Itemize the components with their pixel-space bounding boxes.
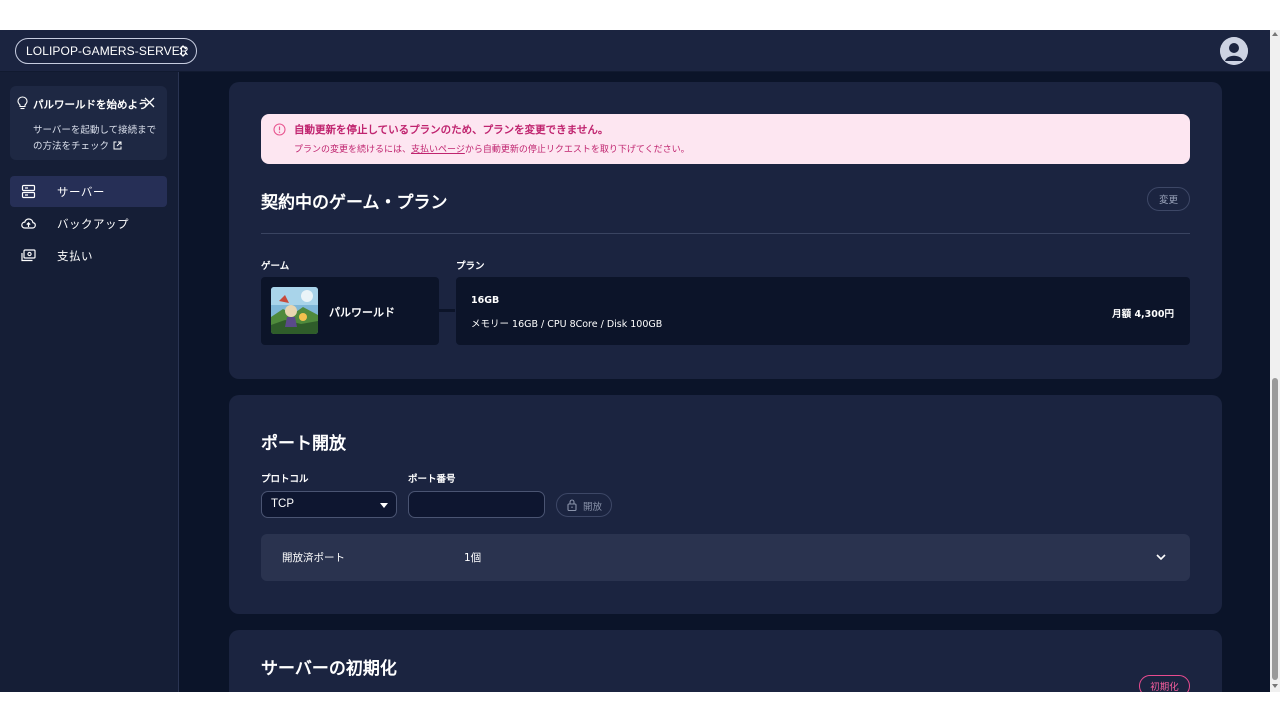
plan-info: 16GB メモリー 16GB / CPU 8Core / Disk 100GB … <box>456 277 1190 345</box>
scrollbar-thumb[interactable] <box>1272 378 1278 680</box>
cloud-upload-icon <box>21 218 36 229</box>
payment-page-link[interactable]: 支払いページ <box>411 145 465 155</box>
open-port-button[interactable]: 開放 <box>556 493 612 517</box>
alert-title: 自動更新を停止しているプランのため、プランを変更できません。 <box>294 124 609 136</box>
plan-name: 16GB <box>471 295 500 306</box>
opened-ports-accordion[interactable]: 開放済ポート 1個 <box>261 534 1190 581</box>
reset-card: サーバーの初期化 初期化 <box>229 630 1222 692</box>
page-scrollbar[interactable] <box>1270 30 1280 692</box>
tip-body-text: サーバーを起動して接続までの方法をチェック <box>33 125 157 152</box>
lock-icon <box>567 499 577 511</box>
game-thumbnail <box>271 287 318 334</box>
port-card: ポート開放 プロトコル ポート番号 TCP 開放 開放済ポート 1個 <box>229 395 1222 614</box>
alert-body-text: から自動更新の停止リクエストを取り下げてください。 <box>464 145 690 155</box>
scroll-down-arrow-icon[interactable] <box>1272 684 1278 688</box>
alert-body: プランの変更を続けるには、支払いページから自動更新の停止リクエストを取り下げてく… <box>294 142 690 155</box>
game-name: パルワールド <box>329 306 395 319</box>
connector <box>439 309 455 312</box>
plan-spec: メモリー 16GB / CPU 8Core / Disk 100GB <box>471 319 663 330</box>
protocol-select[interactable]: TCP <box>261 491 397 518</box>
divider <box>261 233 1190 234</box>
browser-top-area <box>0 0 1280 30</box>
plan-section-title: 契約中のゲーム・プラン <box>261 193 448 213</box>
user-avatar-icon[interactable] <box>1220 37 1248 65</box>
reset-server-button[interactable]: 初期化 <box>1139 675 1190 692</box>
scroll-up-arrow-icon[interactable] <box>1272 32 1278 36</box>
opened-ports-label: 開放済ポート <box>282 552 345 564</box>
sidebar-item-server[interactable]: サーバー <box>10 176 167 207</box>
game-info: パルワールド <box>261 277 439 345</box>
external-link-icon <box>113 141 122 150</box>
game-label: ゲーム <box>261 261 290 272</box>
browser-bottom-area <box>0 692 1280 720</box>
port-section-title: ポート開放 <box>261 434 346 454</box>
change-plan-button[interactable]: 変更 <box>1147 187 1190 211</box>
opened-ports-count: 1個 <box>464 552 482 564</box>
server-icon <box>21 184 36 199</box>
plan-price: 月額 4,300円 <box>1112 309 1174 320</box>
sidebar-item-payment[interactable]: 支払い <box>10 240 167 271</box>
open-port-button-label: 開放 <box>583 502 603 513</box>
port-number-input[interactable] <box>408 491 545 518</box>
sidebar: パルワールドを始めよう サーバーを起動して接続までの方法をチェック サーバー バ… <box>0 72 179 692</box>
caret-down-icon <box>380 503 388 508</box>
protocol-label: プロトコル <box>261 474 309 485</box>
tip-title: パルワールドを始めよう <box>33 99 149 111</box>
chevron-up-down-icon <box>179 45 187 57</box>
server-selector[interactable]: LOLIPOP-GAMERS-SERVER <box>15 38 197 64</box>
payment-icon <box>21 249 36 262</box>
lightbulb-icon <box>17 96 28 110</box>
plan-label: プラン <box>456 261 485 272</box>
plan-card: 自動更新を停止しているプランのため、プランを変更できません。 プランの変更を続け… <box>229 82 1222 379</box>
protocol-value: TCP <box>271 498 294 510</box>
alert-body-text: プランの変更を続けるには、 <box>294 145 412 155</box>
getting-started-tip: パルワールドを始めよう サーバーを起動して接続までの方法をチェック <box>10 86 167 160</box>
alert-circle-icon <box>273 123 286 136</box>
plan-change-alert: 自動更新を停止しているプランのため、プランを変更できません。 プランの変更を続け… <box>261 114 1190 164</box>
server-name: LOLIPOP-GAMERS-SERVER <box>26 44 189 58</box>
reset-section-title: サーバーの初期化 <box>261 659 397 679</box>
sidebar-item-label: 支払い <box>57 249 93 263</box>
port-number-label: ポート番号 <box>408 474 456 485</box>
sidebar-item-label: バックアップ <box>57 217 129 231</box>
top-bar: LOLIPOP-GAMERS-SERVER <box>0 30 1270 72</box>
close-icon[interactable] <box>144 97 155 108</box>
app-window: LOLIPOP-GAMERS-SERVER パルワールドを始めよう サーバーを起… <box>0 30 1270 692</box>
sidebar-item-backup[interactable]: バックアップ <box>10 208 167 239</box>
sidebar-item-label: サーバー <box>57 185 105 199</box>
tip-body-link[interactable]: サーバーを起動して接続までの方法をチェック <box>33 123 161 155</box>
chevron-down-icon <box>1156 554 1166 560</box>
